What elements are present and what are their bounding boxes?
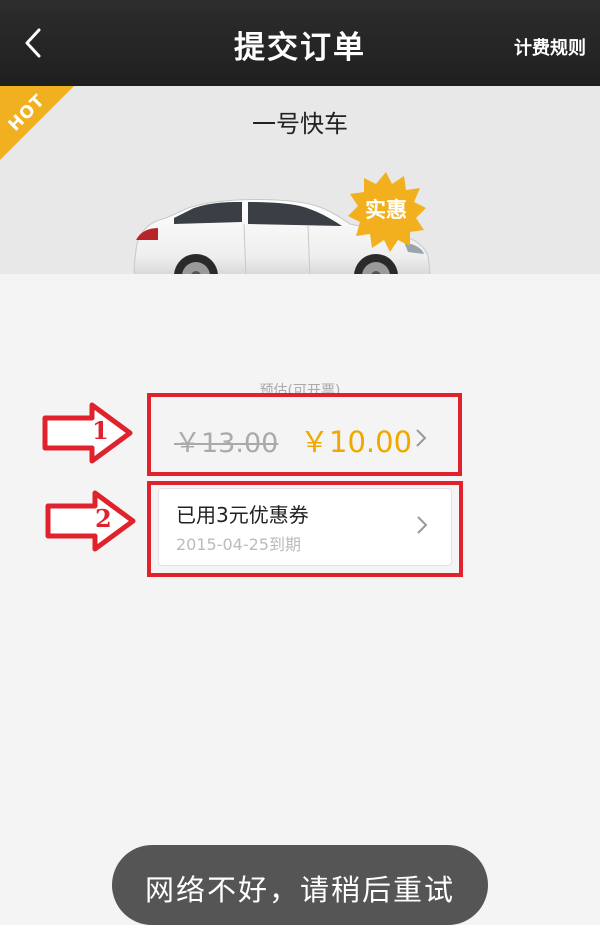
toast-text: 网络不好，请稍后重试 — [144, 873, 455, 907]
back-button[interactable] — [8, 18, 58, 68]
annotation-arrow-icon: 2 — [45, 490, 137, 552]
annotation-number: 2 — [95, 504, 112, 533]
service-name: 一号快车 — [252, 110, 348, 138]
hot-ribbon: HOT — [0, 86, 80, 166]
annotation-number: 1 — [92, 416, 109, 445]
annotation-arrow-icon: 1 — [42, 402, 134, 464]
annotation-highlight-box — [147, 481, 463, 577]
product-banner: HOT 一号快车 实惠 — [0, 86, 600, 274]
pricing-rules-link[interactable]: 计费规则 — [514, 34, 586, 60]
top-nav-bar: 提交订单 计费规则 — [0, 0, 600, 86]
chevron-left-icon — [25, 28, 41, 58]
deal-badge: 实惠 — [344, 170, 428, 254]
toast-message: 网络不好，请稍后重试 — [112, 845, 488, 925]
annotation-highlight-box — [147, 393, 462, 476]
deal-badge-label: 实惠 — [365, 198, 407, 222]
page-title: 提交订单 — [234, 30, 366, 66]
